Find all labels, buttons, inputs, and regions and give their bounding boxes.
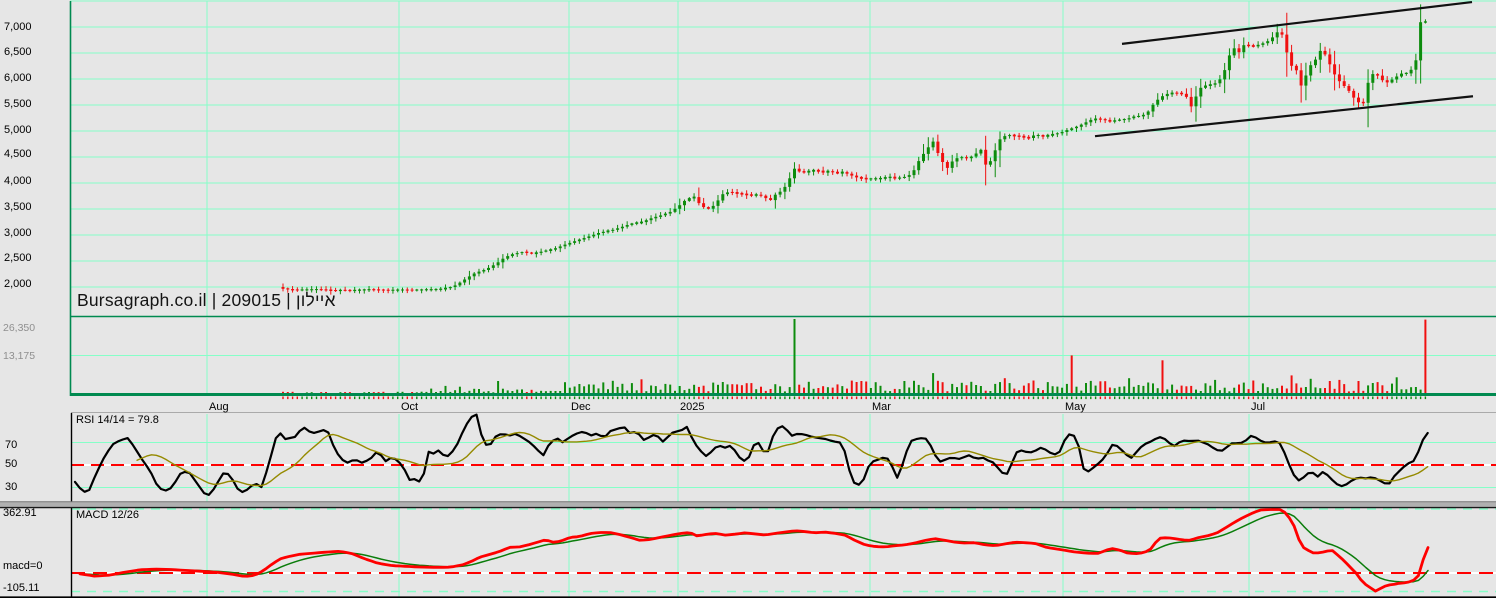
candles-layer — [281, 4, 1427, 295]
rsi-axis-label: 70 — [5, 439, 18, 451]
date-axis-label: Oct — [401, 401, 419, 413]
price-axis-label: 7,000 — [4, 21, 32, 33]
volume-axis-label: 26,350 — [3, 322, 36, 334]
volume-axis-label: 13,175 — [3, 350, 36, 362]
price-axis-label: 4,500 — [4, 148, 32, 160]
price-axis-label: 6,500 — [4, 46, 32, 58]
price-axis-label: 2,000 — [4, 278, 32, 290]
date-axis-label: Mar — [872, 401, 891, 413]
date-axis-label: Dec — [571, 401, 591, 413]
price-axis-label: 3,500 — [4, 201, 32, 213]
date-axis-label: Jul — [1251, 401, 1266, 413]
price-axis-label: 3,000 — [4, 227, 32, 239]
date-axis-label: May — [1065, 401, 1086, 413]
rsi-axis-label: 30 — [5, 481, 18, 493]
price-axis-label: 5,500 — [4, 98, 32, 110]
date-axis-label: 2025 — [680, 401, 705, 413]
rsi-panel-title: RSI 14/14 = 79.8 — [76, 414, 159, 426]
rsi-layer — [73, 413, 1429, 496]
price-axis-label: 4,000 — [4, 175, 32, 187]
macd-axis-min-label: -105.11 — [3, 582, 40, 594]
date-ticks-layer — [282, 396, 1427, 400]
rsi-axis-label: 50 — [5, 458, 18, 470]
watermark-text: Bursagraph.co.il | 209015 | איילון — [77, 290, 336, 310]
macd-axis-zero-label: macd=0 — [3, 560, 43, 572]
macd-panel-title: MACD 12/26 — [76, 509, 139, 521]
price-axis-label: 2,500 — [4, 252, 32, 264]
macd-axis-max-label: 362.91 — [3, 507, 37, 519]
price-axis-label: 5,000 — [4, 124, 32, 136]
stock-chart-screen: 7,000 6,500 6,000 5,500 5,000 4,500 4,00… — [0, 0, 1496, 598]
price-axis-label: 6,000 — [4, 72, 32, 84]
macd-layer — [78, 507, 1430, 593]
date-axis-label: Aug — [209, 401, 229, 413]
